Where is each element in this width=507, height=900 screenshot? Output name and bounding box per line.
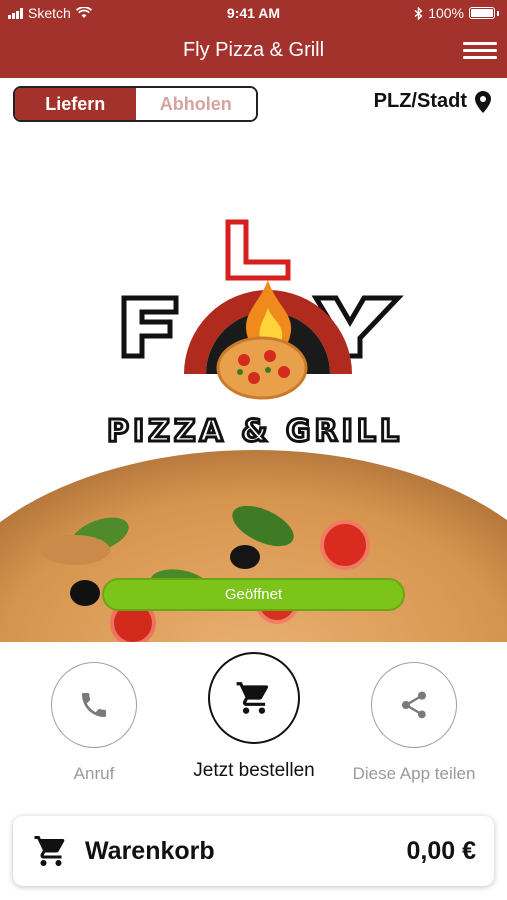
cart-label: Warenkorb [85, 836, 215, 865]
location-pin-icon [475, 90, 491, 113]
shopping-cart-icon [34, 836, 65, 866]
hero-banner: PIZZA & GRILL Geöffnet [0, 210, 507, 642]
pizza-image [0, 450, 507, 642]
bluetooth-icon [414, 6, 423, 20]
location-label: PLZ/Stadt [373, 90, 467, 112]
status-bar: Sketch 9:41 AM 100% [0, 0, 507, 26]
battery-icon [469, 7, 495, 19]
battery-percent: 100% [428, 5, 464, 21]
share-app-label: Diese App teilen [352, 764, 476, 783]
share-app-button[interactable]: Diese App teilen [344, 652, 484, 784]
call-label: Anruf [73, 764, 115, 783]
share-circle[interactable] [371, 662, 457, 748]
tab-abholen[interactable]: Abholen [135, 88, 256, 120]
hamburger-menu-icon[interactable] [463, 38, 497, 64]
phone-icon [82, 693, 106, 717]
share-icon [402, 691, 426, 719]
action-row: Anruf Jetzt bestellen Diese App teilen [0, 652, 507, 792]
order-now-button[interactable]: Jetzt bestellen [184, 652, 324, 782]
app-header: Fly Pizza & Grill [0, 26, 507, 78]
cart-bar-icon [33, 833, 69, 869]
cart-icon [236, 682, 269, 714]
order-mode-toggle: Liefern Abholen [13, 86, 258, 122]
order-circle[interactable] [208, 652, 300, 744]
location-selector[interactable]: PLZ/Stadt [374, 90, 491, 113]
call-circle[interactable] [51, 662, 137, 748]
cart-bar[interactable]: Warenkorb 0,00 € [13, 816, 494, 886]
cart-total: 0,00 € [406, 836, 476, 865]
order-now-label: Jetzt bestellen [193, 760, 315, 781]
app-title: Fly Pizza & Grill [182, 39, 325, 61]
logo-subtitle: PIZZA & GRILL [105, 413, 404, 451]
status-right: 100% [414, 5, 499, 21]
open-status-badge: Geöffnet [102, 578, 405, 611]
call-button[interactable]: Anruf [24, 652, 164, 784]
tab-liefern[interactable]: Liefern [15, 88, 136, 120]
